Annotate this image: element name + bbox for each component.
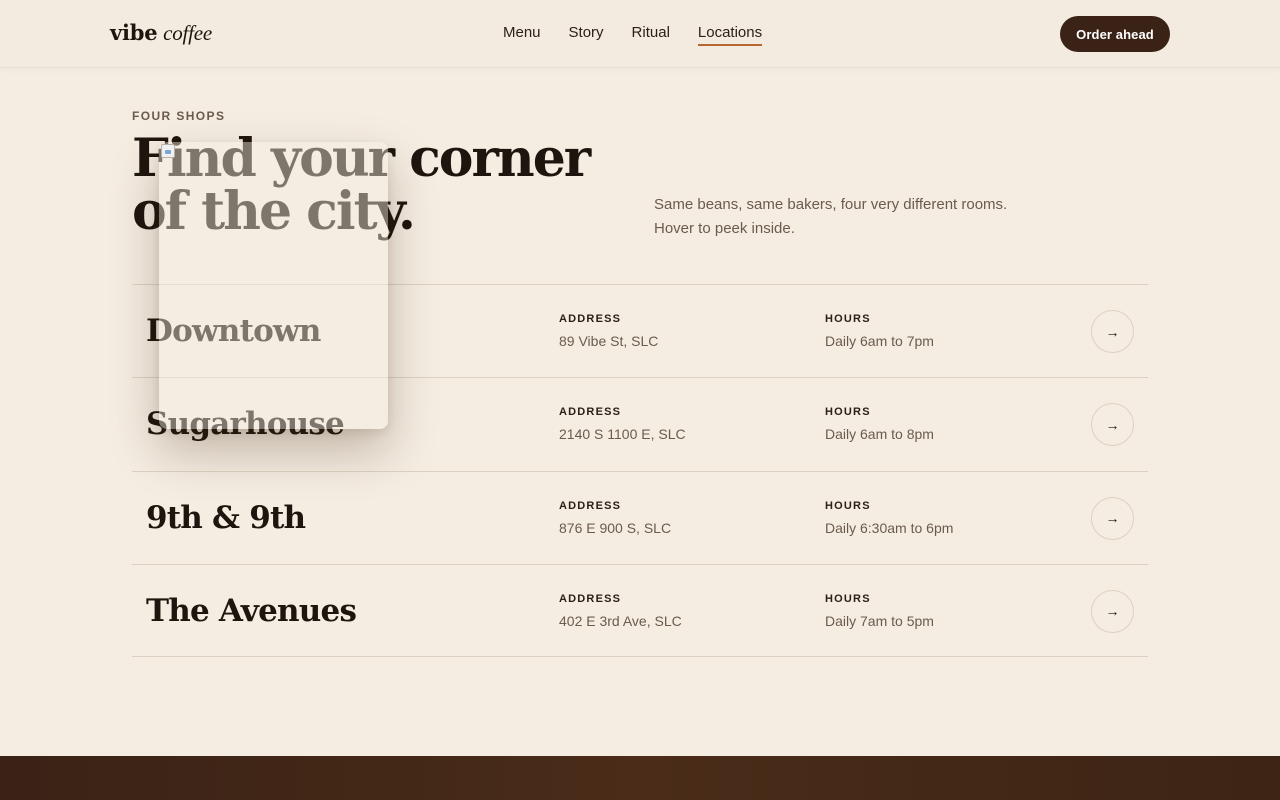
location-arrow-button[interactable]: → (1091, 310, 1134, 353)
address-value: 876 E 900 S, SLC (559, 519, 672, 536)
hours-label: HOURS (825, 406, 871, 419)
address-label: ADDRESS (559, 406, 622, 419)
nav-menu[interactable]: Menu (503, 24, 541, 46)
location-arrow-button[interactable]: → (1091, 403, 1134, 447)
hours-label: HOURS (825, 592, 871, 605)
location-row-the-avenues[interactable]: The Avenues ADDRESS 402 E 3rd Ave, SLC H… (132, 563, 1148, 658)
order-ahead-button[interactable]: Order ahead (1060, 16, 1170, 52)
nav-ritual[interactable]: Ritual (632, 24, 670, 46)
nav-locations[interactable]: Locations (697, 24, 763, 46)
arrow-right-icon: → (1105, 323, 1120, 340)
main-nav: Menu Story Ritual Locations (503, 24, 763, 46)
logo-word-coffee: coffee (163, 21, 213, 45)
location-peek-preview (159, 142, 388, 429)
page-subtitle: Same beans, same bakers, four very diffe… (654, 196, 1008, 237)
hours-value: Daily 6am to 8pm (825, 426, 934, 443)
hours-value: Daily 6am to 7pm (825, 333, 934, 349)
hours-value: Daily 6:30am to 6pm (825, 519, 954, 536)
logo-word-vibe: vibe (110, 20, 158, 45)
site-header: vibe coffee Menu Story Ritual Locations … (0, 0, 1280, 67)
location-name: 9th & 9th (146, 499, 306, 536)
address-value: 89 Vibe St, SLC (559, 333, 659, 349)
hours-value: Daily 7am to 5pm (825, 612, 934, 629)
logo[interactable]: vibe coffee (110, 20, 212, 46)
section-eyebrow: FOUR SHOPS (132, 109, 226, 123)
arrow-right-icon: → (1105, 603, 1120, 620)
location-arrow-button[interactable]: → (1091, 496, 1134, 540)
broken-image-icon (161, 144, 175, 158)
address-label: ADDRESS (559, 499, 622, 512)
hours-label: HOURS (825, 499, 871, 512)
location-name: The Avenues (146, 592, 357, 629)
arrow-right-icon: → (1105, 416, 1120, 433)
address-label: ADDRESS (559, 592, 622, 605)
address-label: ADDRESS (559, 313, 622, 325)
arrow-right-icon: → (1105, 510, 1120, 527)
location-row-9th-and-9th[interactable]: 9th & 9th ADDRESS 876 E 900 S, SLC HOURS… (132, 470, 1148, 564)
footer-band (0, 756, 1280, 800)
nav-story[interactable]: Story (569, 24, 604, 46)
address-value: 2140 S 1100 E, SLC (559, 426, 686, 443)
hours-label: HOURS (825, 313, 871, 325)
location-arrow-button[interactable]: → (1091, 589, 1134, 633)
address-value: 402 E 3rd Ave, SLC (559, 612, 682, 629)
